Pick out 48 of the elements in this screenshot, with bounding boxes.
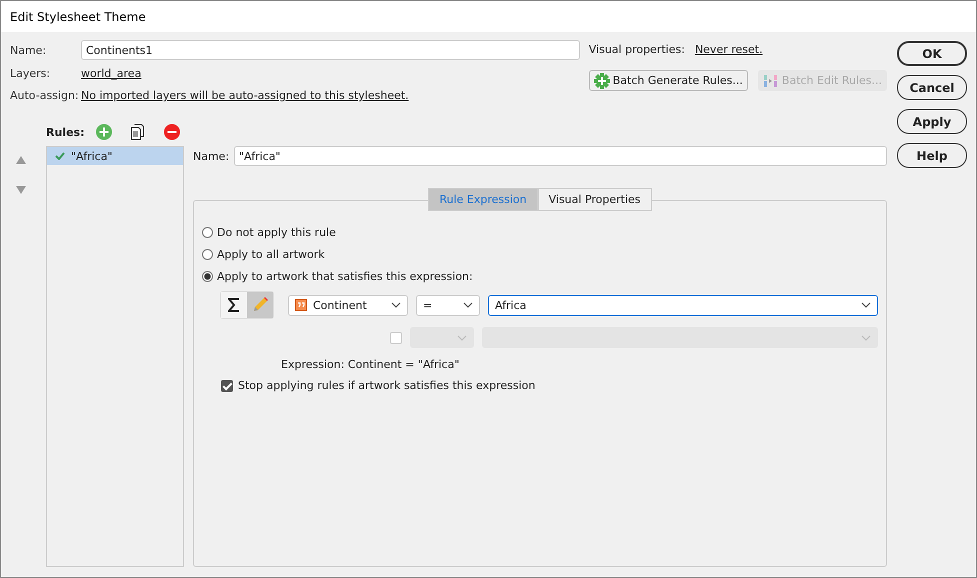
- tab[interactable]: Visual Properties: [538, 188, 652, 211]
- stop-label: Stop applying rules if artwork satisfies this expression: [238, 379, 536, 392]
- radio-label: Do not apply this rule: [217, 226, 336, 238]
- value-dropdown[interactable]: Africa: [488, 294, 878, 316]
- rule-item[interactable]: "Africa": [47, 147, 183, 165]
- dialog-button[interactable]: Apply: [897, 109, 967, 134]
- operator-dropdown[interactable]: =: [416, 294, 480, 316]
- radio-label: Apply to all artwork: [217, 248, 325, 260]
- sigma-icon: [228, 298, 240, 312]
- window-title: Edit Stylesheet Theme: [10, 10, 146, 24]
- attribute-dropdown[interactable]: Continent: [288, 294, 408, 316]
- chevron-down-icon: [463, 302, 473, 308]
- rule-name: "Africa": [71, 150, 112, 162]
- visual-properties-label: Visual properties:: [588, 43, 685, 56]
- move-down-icon[interactable]: [16, 186, 26, 194]
- dialog-button[interactable]: OK: [897, 41, 967, 66]
- dialog-button[interactable]: Cancel: [897, 75, 967, 100]
- rule-name-label: Name:: [193, 150, 230, 162]
- visual-properties-link[interactable]: Never reset.: [694, 43, 763, 56]
- name-label: Name:: [10, 44, 48, 56]
- name-field[interactable]: Continents1: [81, 40, 580, 60]
- radio-button[interactable]: [202, 248, 213, 260]
- auto-assign-label: Auto-assign:: [10, 89, 80, 102]
- gear-plus-icon: [594, 72, 610, 88]
- copy-icon[interactable]: [130, 124, 146, 140]
- layers-link[interactable]: world_area: [81, 67, 142, 80]
- pencil-icon: [251, 296, 269, 314]
- sum-button[interactable]: [221, 292, 247, 318]
- layers-label: Layers:: [10, 67, 52, 80]
- remove-icon[interactable]: [164, 124, 180, 140]
- rule-name-field[interactable]: "Africa": [234, 146, 887, 166]
- radio-button[interactable]: [202, 226, 213, 238]
- stop-checkbox[interactable]: [221, 380, 233, 392]
- move-up-icon[interactable]: [16, 156, 26, 164]
- chevron-down-icon: [861, 334, 871, 340]
- batch-generate-button[interactable]: Batch Generate Rules...: [588, 70, 748, 91]
- radio-label: Apply to artwork that satisfies this expression:: [217, 270, 473, 282]
- dialog-button[interactable]: Help: [897, 143, 967, 168]
- radio-button[interactable]: [202, 270, 213, 282]
- auto-assign-link[interactable]: No imported layers will be auto-assigned to this stylesheet.: [81, 89, 409, 102]
- add-icon[interactable]: [96, 124, 112, 140]
- text-field-icon: [295, 299, 307, 311]
- bars-icon: [762, 72, 779, 88]
- chevron-down-icon: [457, 334, 467, 340]
- chevron-down-icon: [391, 302, 401, 308]
- rules-label: Rules:: [46, 126, 84, 138]
- expression-text: Expression: Continent = "Africa": [281, 358, 460, 371]
- chevron-down-icon: [861, 302, 871, 308]
